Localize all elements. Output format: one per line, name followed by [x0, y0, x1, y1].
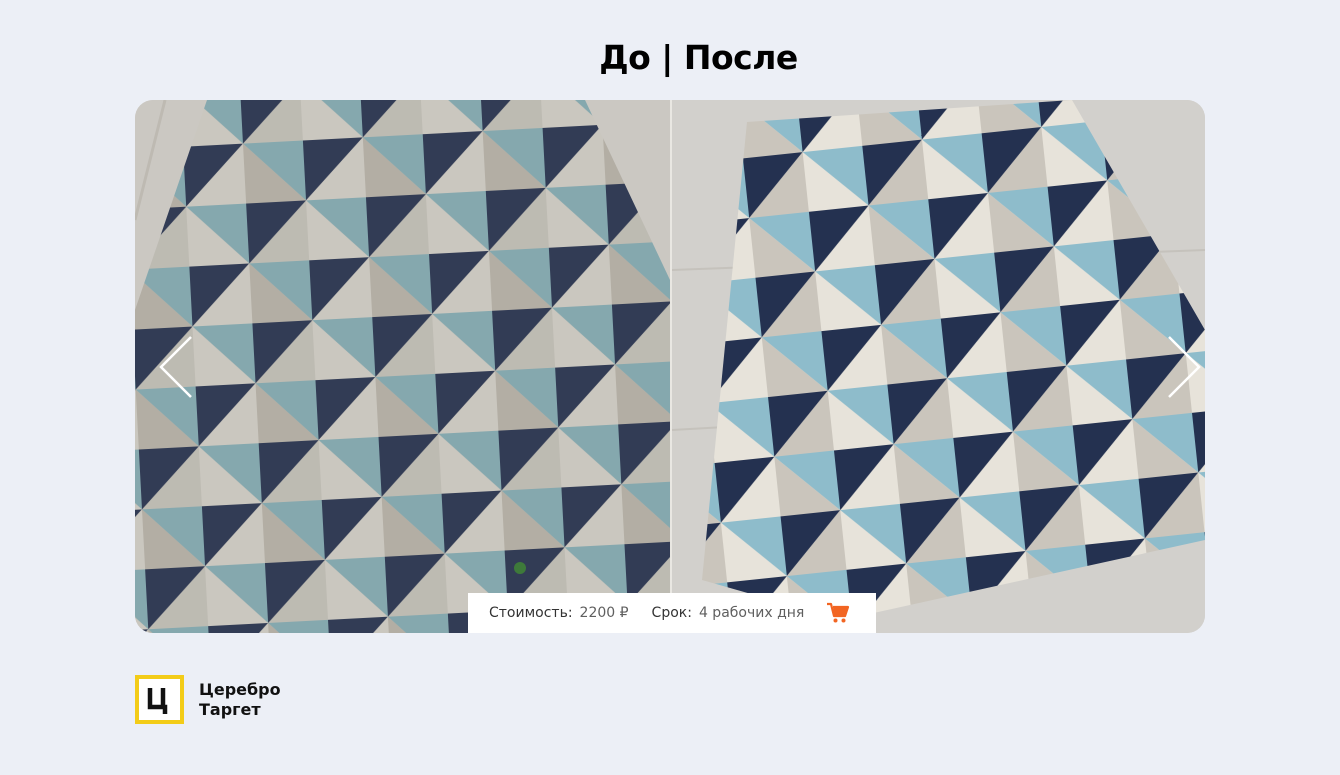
term-block: Срок: 4 рабочих дня — [652, 605, 805, 621]
before-after-slider[interactable] — [135, 100, 1205, 633]
logo-line-1: Церебро — [199, 679, 281, 699]
photo-divider — [670, 100, 672, 633]
logo-letter-icon — [147, 687, 167, 714]
logo-mark — [135, 675, 184, 724]
after-photo — [672, 100, 1205, 633]
company-logo[interactable]: Церебро Таргет — [135, 675, 281, 724]
term-label: Срок: — [651, 605, 692, 621]
cost-block: Стоимость: 2200 ₽ — [489, 605, 629, 621]
chevron-left-icon — [159, 336, 192, 398]
chevron-right-icon — [1168, 336, 1201, 398]
term-value: 4 рабочих дня — [698, 605, 805, 621]
slider-next-button[interactable] — [1163, 335, 1203, 399]
price-info-bar: Стоимость: 2200 ₽ Срок: 4 рабочих дня — [468, 593, 876, 633]
cart-icon[interactable] — [826, 602, 850, 624]
logo-line-2: Таргет — [199, 699, 261, 719]
page-title: До | После — [599, 38, 798, 77]
slider-prev-button[interactable] — [157, 335, 197, 399]
cost-label: Стоимость: — [489, 605, 573, 621]
logo-text: Церебро Таргет — [199, 680, 281, 720]
before-photo — [135, 100, 670, 633]
cost-value: 2200 ₽ — [579, 605, 629, 621]
